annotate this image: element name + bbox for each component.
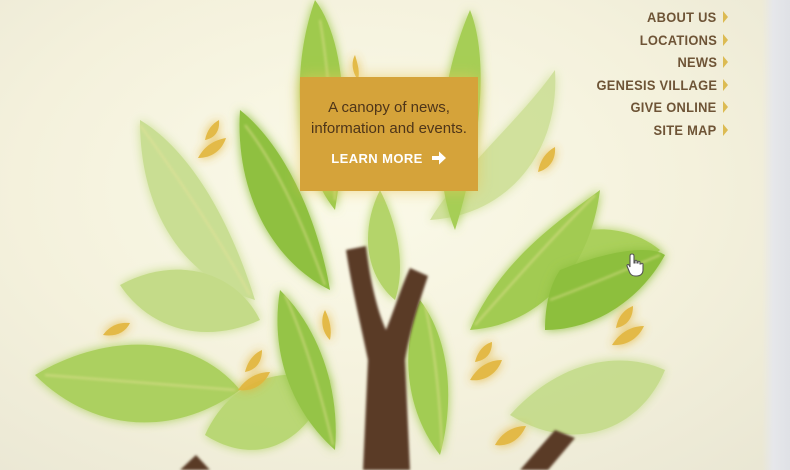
arrow-right-icon[interactable] xyxy=(431,150,447,166)
nav-label-about-us[interactable]: ABOUT US xyxy=(648,9,717,25)
learn-more-label[interactable]: LEARN MORE xyxy=(331,151,422,166)
nav-item-locations[interactable]: LOCATIONS xyxy=(633,29,728,52)
nav-label-give-online[interactable]: GIVE ONLINE xyxy=(631,99,717,115)
nav-label-news[interactable]: NEWS xyxy=(677,54,717,70)
sprig xyxy=(245,350,262,372)
nav-item-genesis-village[interactable]: GENESIS VILLAGE xyxy=(586,74,728,97)
sprig xyxy=(616,306,633,328)
sprig xyxy=(198,138,226,158)
promo-line-2: information and events. xyxy=(311,120,467,137)
sprig xyxy=(205,120,220,140)
chevron-right-icon xyxy=(723,101,728,114)
nav-label-locations[interactable]: LOCATIONS xyxy=(640,32,717,48)
learn-more-link[interactable]: LEARN MORE xyxy=(331,150,446,166)
sprig xyxy=(495,426,526,446)
promo-message: A canopy of news, information and events… xyxy=(300,97,478,139)
chevron-right-icon xyxy=(723,123,728,136)
sprig xyxy=(475,342,492,362)
sprig xyxy=(322,310,331,340)
chevron-right-icon xyxy=(723,33,728,46)
promo-line-1: A canopy of news, xyxy=(328,99,450,116)
sprig xyxy=(612,326,644,346)
chevron-right-icon xyxy=(723,11,728,24)
nav-label-site-map[interactable]: SITE MAP xyxy=(654,122,717,138)
nav-item-give-online[interactable]: GIVE ONLINE xyxy=(623,96,728,119)
main-navigation: ABOUT US LOCATIONS NEWS GENESIS VILLAGE … xyxy=(586,6,728,141)
leaf xyxy=(368,190,400,300)
leaf xyxy=(35,344,240,423)
sprig xyxy=(538,147,556,172)
chevron-right-icon xyxy=(723,56,728,69)
nav-label-genesis-village[interactable]: GENESIS VILLAGE xyxy=(596,77,717,93)
chevron-right-icon xyxy=(723,78,728,91)
screen-edge xyxy=(762,0,790,470)
nav-item-news[interactable]: NEWS xyxy=(674,51,728,74)
sprig xyxy=(470,360,502,381)
sprig xyxy=(103,322,130,336)
promo-banner: A canopy of news, information and events… xyxy=(300,77,478,191)
nav-item-about-us[interactable]: ABOUT US xyxy=(641,6,728,29)
nav-item-site-map[interactable]: SITE MAP xyxy=(648,119,728,142)
browser-viewport: ABOUT US LOCATIONS NEWS GENESIS VILLAGE … xyxy=(0,0,790,470)
leaf xyxy=(510,360,665,435)
cursor-hand-icon xyxy=(626,253,644,277)
